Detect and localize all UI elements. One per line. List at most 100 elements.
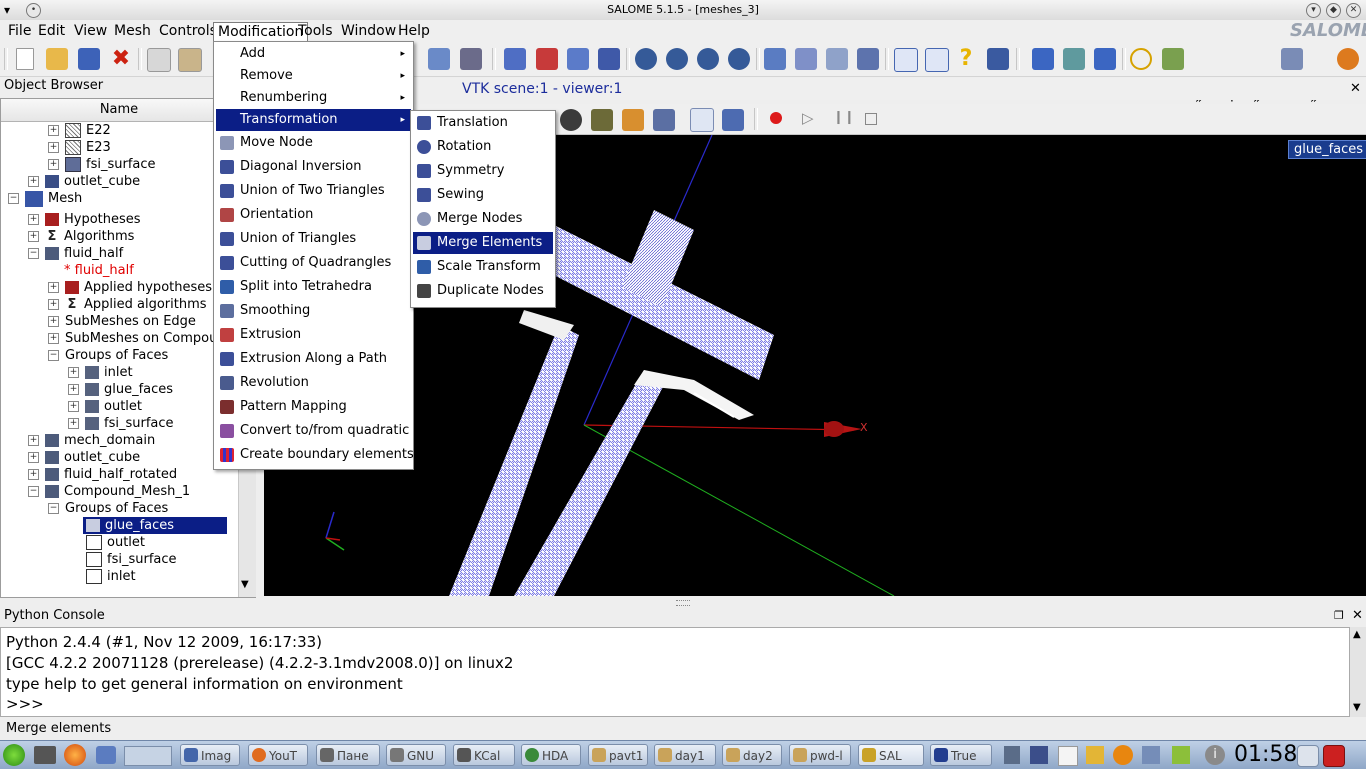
point-icon[interactable] bbox=[1130, 48, 1152, 70]
expand-icon[interactable]: + bbox=[48, 316, 59, 327]
expand-icon[interactable]: + bbox=[28, 469, 39, 480]
expand-icon[interactable]: + bbox=[48, 282, 59, 293]
menu-item-renumbering[interactable]: Renumbering ▸ bbox=[216, 87, 411, 109]
document-a-icon[interactable] bbox=[894, 48, 918, 72]
open-folder-icon[interactable] bbox=[46, 48, 68, 70]
select-icon[interactable] bbox=[795, 48, 817, 70]
play-icon[interactable]: ▷ bbox=[802, 109, 814, 127]
menu-item-extrusion[interactable]: Extrusion bbox=[216, 324, 411, 346]
menu-item-remove[interactable]: Remove ▸ bbox=[216, 65, 411, 87]
menu-item-create-boundary[interactable]: Create boundary elements bbox=[216, 444, 414, 466]
tree-item[interactable]: + outlet bbox=[68, 398, 142, 415]
menu-help[interactable]: Help bbox=[394, 22, 434, 40]
menu-item-rotation[interactable]: Rotation bbox=[413, 136, 553, 158]
expand-icon[interactable]: + bbox=[48, 159, 59, 170]
gear-icon[interactable] bbox=[697, 48, 719, 70]
scroll-down-icon[interactable]: ▼ bbox=[241, 579, 249, 590]
clipping-icon[interactable] bbox=[622, 109, 644, 131]
taskbar-task[interactable]: True bbox=[930, 744, 992, 766]
select-icon[interactable] bbox=[857, 48, 879, 70]
taskbar-task-active[interactable]: SAL bbox=[858, 744, 924, 766]
expand-icon[interactable]: + bbox=[48, 125, 59, 136]
menu-item-scale-transform[interactable]: Scale Transform bbox=[413, 256, 553, 278]
tree-item[interactable]: * fluid_half bbox=[64, 262, 134, 279]
menu-file[interactable]: File bbox=[4, 22, 35, 40]
tree-item[interactable]: − Mesh bbox=[8, 190, 82, 207]
tree-item[interactable]: − fluid_half bbox=[28, 245, 123, 262]
expand-icon[interactable]: + bbox=[48, 142, 59, 153]
taskbar-task[interactable]: Пане bbox=[316, 744, 380, 766]
menu-item-sewing[interactable]: Sewing bbox=[413, 184, 553, 206]
copy-icon[interactable] bbox=[147, 48, 171, 72]
expand-icon[interactable]: + bbox=[68, 401, 79, 412]
tree-item[interactable]: + fsi_surface bbox=[68, 415, 174, 432]
menu-item-transformation[interactable]: Transformation ▸ bbox=[216, 109, 411, 131]
tree-item[interactable]: + inlet bbox=[68, 364, 133, 381]
tree-item[interactable]: + Σ Algorithms bbox=[28, 228, 134, 245]
tray-icon[interactable] bbox=[1172, 746, 1190, 764]
tree-item[interactable]: + E23 bbox=[48, 139, 111, 156]
funnel-icon[interactable] bbox=[1094, 48, 1116, 70]
tree-item[interactable]: − Compound_Mesh_1 bbox=[28, 483, 190, 500]
select-icon[interactable] bbox=[826, 48, 848, 70]
workspace-switcher[interactable] bbox=[124, 746, 172, 766]
menu-item-add[interactable]: Add ▸ bbox=[216, 43, 411, 65]
stop-icon[interactable] bbox=[865, 113, 877, 125]
clipboard-icon[interactable] bbox=[1058, 746, 1078, 766]
tree-item[interactable]: − Groups of Faces bbox=[48, 500, 168, 517]
tree-item[interactable]: fsi_surface bbox=[86, 551, 177, 568]
document-s-icon[interactable] bbox=[925, 48, 949, 72]
help-question-icon[interactable]: ? bbox=[955, 48, 977, 70]
parallel-projection-icon[interactable] bbox=[690, 108, 714, 132]
firefox-icon[interactable] bbox=[64, 744, 86, 766]
funnel-icon[interactable] bbox=[1032, 48, 1054, 70]
tree-item[interactable]: + E22 bbox=[48, 122, 111, 139]
expand-icon[interactable]: + bbox=[28, 231, 39, 242]
add-node-icon[interactable] bbox=[504, 48, 526, 70]
new-document-icon[interactable] bbox=[16, 48, 34, 70]
menu-item-translation[interactable]: Translation bbox=[413, 112, 553, 134]
tree-item[interactable]: + SubMeshes on Compoun bbox=[48, 330, 226, 347]
graduated-axes-icon[interactable] bbox=[591, 109, 613, 131]
filter-icon[interactable] bbox=[764, 48, 786, 70]
menu-tools[interactable]: Tools bbox=[294, 22, 337, 40]
taskbar-task[interactable]: HDA bbox=[521, 744, 581, 766]
menu-edit[interactable]: Edit bbox=[34, 22, 69, 40]
info-icon[interactable]: i bbox=[1205, 745, 1225, 765]
gear-icon[interactable] bbox=[666, 48, 688, 70]
collapse-icon[interactable]: − bbox=[28, 486, 39, 497]
console-scrollbar[interactable]: ▲ ▼ bbox=[1350, 627, 1366, 717]
collapse-icon[interactable]: − bbox=[48, 503, 59, 514]
tree-item[interactable]: + Hypotheses bbox=[28, 211, 141, 228]
pause-icon[interactable]: ❙❙ bbox=[833, 110, 855, 125]
expand-icon[interactable]: + bbox=[68, 384, 79, 395]
close-document-icon[interactable]: ✖ bbox=[110, 48, 132, 70]
menu-item-orientation[interactable]: Orientation bbox=[216, 204, 411, 226]
mail-icon[interactable] bbox=[96, 746, 116, 764]
expand-icon[interactable]: + bbox=[68, 367, 79, 378]
console-prompt[interactable]: >>> bbox=[6, 695, 44, 713]
scroll-down-icon[interactable]: ▼ bbox=[1353, 702, 1361, 713]
paste-icon[interactable] bbox=[178, 48, 202, 72]
taskbar-task[interactable]: YouT bbox=[248, 744, 308, 766]
tray-icon[interactable] bbox=[1030, 746, 1048, 764]
menu-item-revolution[interactable]: Revolution bbox=[216, 372, 411, 394]
tree-item[interactable]: outlet bbox=[86, 534, 145, 551]
minimize-button[interactable]: ▾ bbox=[1306, 3, 1321, 18]
expand-icon[interactable]: + bbox=[28, 176, 39, 187]
tree-item[interactable]: − Groups of Faces bbox=[48, 347, 168, 364]
whats-this-icon[interactable] bbox=[987, 48, 1009, 70]
taskbar-task[interactable]: day2 bbox=[722, 744, 782, 766]
taskbar-task[interactable]: day1 bbox=[654, 744, 716, 766]
menu-item-move-node[interactable]: Move Node bbox=[216, 132, 411, 154]
tree-item[interactable]: + Σ Applied algorithms bbox=[48, 296, 207, 313]
tree-item[interactable]: + mech_domain bbox=[28, 432, 155, 449]
menu-item-union-two-triangles[interactable]: Union of Two Triangles bbox=[216, 180, 411, 202]
tree-item[interactable]: + fsi_surface bbox=[48, 156, 156, 173]
mesh-table-icon[interactable] bbox=[460, 48, 482, 70]
lock-screen-icon[interactable] bbox=[1297, 745, 1319, 767]
gear-icon[interactable] bbox=[635, 48, 657, 70]
taskbar-task[interactable]: GNU bbox=[386, 744, 446, 766]
tree-item[interactable]: + outlet_cube bbox=[28, 449, 140, 466]
menu-controls[interactable]: Controls bbox=[155, 22, 221, 40]
